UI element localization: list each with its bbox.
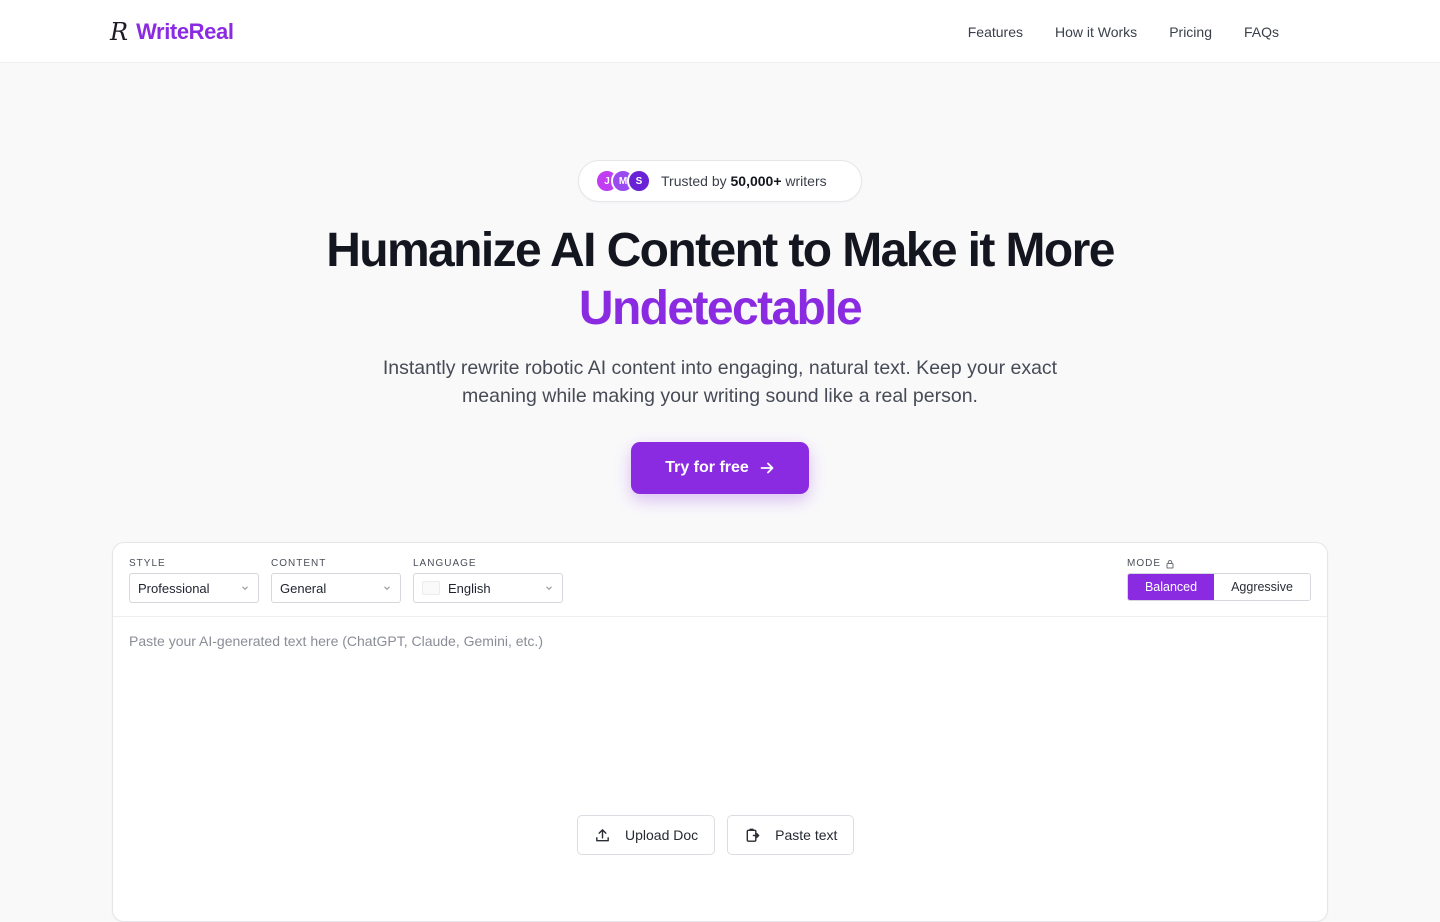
hero-title-line: Humanize AI Content to Make it More (326, 224, 1115, 277)
paste-text-label: Paste text (775, 827, 838, 843)
style-label: STYLE (129, 558, 166, 569)
logo-mark-icon: R (110, 18, 129, 46)
brand-logo[interactable]: R WriteReal (110, 18, 234, 46)
mode-field: MODE Balanced Aggressive (1127, 557, 1311, 601)
nav-how-it-works[interactable]: How it Works (1055, 22, 1137, 42)
language-label: LANGUAGE (413, 558, 477, 569)
editor-actions: Upload Doc Paste text (577, 815, 855, 855)
mode-aggressive-button[interactable]: Aggressive (1214, 574, 1310, 600)
top-header: R WriteReal Features How it Works Pricin… (0, 0, 1440, 63)
upload-doc-label: Upload Doc (625, 827, 699, 843)
content-value: General (280, 580, 327, 596)
brand-name: WriteReal (136, 19, 234, 44)
main-nav: Features How it Works Pricing FAQs (968, 22, 1279, 42)
nav-faqs[interactable]: FAQs (1244, 22, 1279, 42)
trust-count: 50,000+ (730, 173, 782, 189)
chevron-down-icon (384, 586, 390, 591)
chevron-down-icon (546, 586, 552, 591)
style-select[interactable]: Professional (129, 573, 259, 603)
arrow-right-icon (760, 462, 774, 474)
text-input-area[interactable]: Paste your AI-generated text here (ChatG… (129, 633, 543, 649)
mode-label: MODE (1127, 558, 1161, 569)
trust-suffix: writers (781, 173, 827, 189)
content-label: CONTENT (271, 558, 327, 569)
style-field: STYLE Professional (129, 557, 259, 603)
cta-label: Try for free (665, 459, 749, 476)
hero-subtitle: Instantly rewrite robotic AI content int… (382, 357, 1058, 407)
flag-icon (422, 581, 440, 595)
avatar-stack: J M S (595, 169, 651, 193)
paste-text-button[interactable]: Paste text (727, 815, 855, 855)
hero-title-accent: Undetectable (578, 282, 863, 335)
trust-badge: J M S Trusted by 50,000+ writers (578, 160, 862, 202)
clipboard-icon (746, 828, 760, 842)
trust-text: Trusted by 50,000+ writers (661, 173, 827, 189)
avatar: S (627, 169, 651, 193)
try-for-free-button[interactable]: Try for free (631, 442, 809, 494)
nav-features[interactable]: Features (968, 22, 1023, 42)
language-field: LANGUAGE English (413, 557, 563, 603)
upload-icon (596, 828, 609, 841)
mode-balanced-button[interactable]: Balanced (1128, 574, 1214, 600)
language-select[interactable]: English (413, 573, 563, 603)
content-select[interactable]: General (271, 573, 401, 603)
editor-toolbar: STYLE Professional CONTENT General LANGU… (113, 543, 1327, 617)
mode-toggle: Balanced Aggressive (1127, 573, 1311, 601)
content-field: CONTENT General (271, 557, 401, 603)
upload-doc-button[interactable]: Upload Doc (577, 815, 716, 855)
hero-title: Humanize AI Content to Make it More Unde… (0, 222, 1440, 338)
nav-pricing[interactable]: Pricing (1169, 22, 1212, 42)
language-value: English (448, 580, 491, 596)
style-value: Professional (138, 580, 210, 596)
humanizer-editor: STYLE Professional CONTENT General LANGU… (112, 542, 1328, 922)
trust-prefix: Trusted by (661, 173, 731, 189)
chevron-down-icon (242, 586, 248, 591)
lock-icon (1166, 559, 1174, 568)
mode-label-row: MODE (1127, 557, 1311, 570)
